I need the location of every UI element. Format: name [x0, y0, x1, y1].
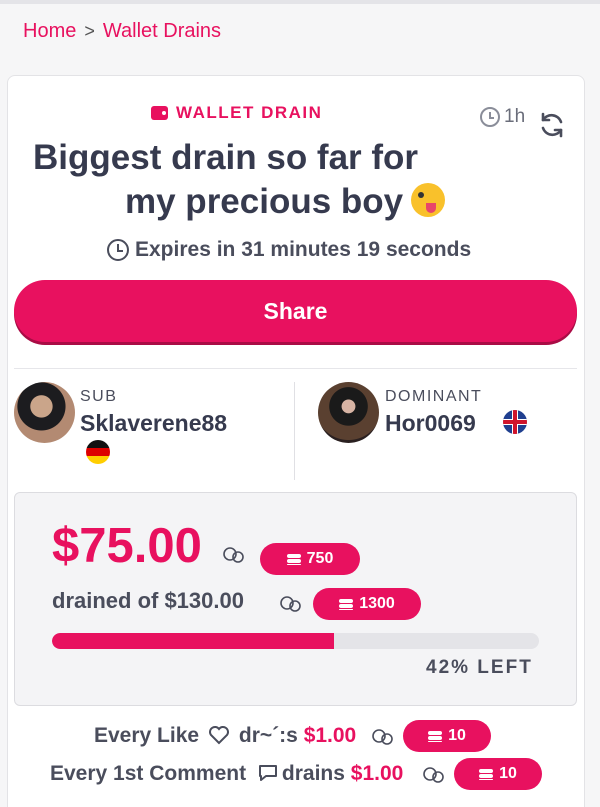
refresh-icon[interactable]: [537, 110, 567, 140]
comment-token-count: 10: [499, 765, 517, 782]
expiry-countdown: Expires in 31 minutes 19 seconds: [107, 238, 471, 262]
like-token-badge: 10: [403, 720, 491, 752]
comment-token-badge: 10: [454, 758, 542, 790]
rule-like-prefix: Every Like: [94, 724, 200, 747]
goal-token-badge: 1300: [313, 588, 421, 620]
breadcrumb-separator: >: [84, 21, 95, 41]
rule-comment-prefix: Every 1st Comment: [50, 762, 247, 785]
dominant-username[interactable]: Hor0069: [385, 410, 476, 437]
breadcrumb: Home > Wallet Drains: [23, 20, 221, 43]
amount-token-count: 750: [306, 550, 334, 567]
amount-token-badge: 750: [260, 543, 360, 575]
winking-tongue-emoji-icon: [411, 183, 446, 217]
chat-money-icon: [280, 596, 301, 612]
post-title: Biggest drain so far for my precious boy: [33, 136, 503, 224]
chat-money-icon: [423, 767, 444, 783]
rule-comment-mid: drains: [276, 762, 351, 785]
post-age-text: 1h: [504, 106, 526, 127]
divider-vertical: [294, 382, 295, 480]
category-label: WALLET DRAIN: [151, 103, 322, 123]
progress-bar: [52, 633, 539, 649]
post-age: 1h: [480, 106, 525, 128]
post-title-line1: Biggest drain so far for: [33, 138, 419, 177]
category-text: WALLET DRAIN: [176, 103, 323, 122]
wallet-icon: [151, 106, 168, 120]
post-title-line2: my precious boy: [125, 182, 404, 221]
coins-icon: [479, 768, 494, 780]
percent-left: 42% LEFT: [426, 657, 533, 678]
germany-flag-icon: [86, 440, 110, 464]
breadcrumb-current-link[interactable]: Wallet Drains: [103, 20, 221, 43]
top-bar: [0, 0, 600, 4]
clock-icon: [107, 239, 129, 261]
rule-like-amount: $1.00: [303, 724, 357, 747]
post-title-line2-wrap: my precious boy: [33, 180, 503, 224]
coins-icon: [428, 730, 443, 742]
chat-money-icon: [223, 547, 244, 563]
like-token-count: 10: [448, 727, 466, 744]
rule-like-mid: dr~´:s: [233, 724, 304, 747]
drained-amount: $75.00: [52, 519, 202, 573]
uk-flag-icon: [503, 410, 527, 434]
clock-icon: [480, 107, 500, 127]
expiry-text: Expires in 31 minutes 19 seconds: [135, 238, 472, 261]
progress-bar-fill: [52, 633, 335, 649]
chat-money-icon: [372, 729, 393, 745]
dominant-role-label: DOMINANT: [385, 388, 483, 405]
sub-avatar[interactable]: [14, 382, 75, 443]
coins-icon: [339, 598, 354, 610]
goal-token-count: 1300: [359, 595, 395, 612]
divider: [14, 368, 577, 369]
heart-icon: [209, 726, 229, 745]
sub-role-label: SUB: [80, 388, 118, 405]
rule-comment: Every 1st Comment drains $1.00: [50, 762, 403, 786]
sub-username[interactable]: Sklaverene88: [80, 410, 227, 437]
breadcrumb-home-link[interactable]: Home: [23, 20, 76, 43]
share-button[interactable]: Share: [14, 280, 577, 342]
dominant-avatar[interactable]: [318, 382, 379, 443]
coins-icon: [286, 553, 301, 565]
comment-icon: [259, 765, 277, 781]
rule-comment-amount: $1.00: [350, 762, 404, 785]
drained-of-text: drained of $130.00: [52, 588, 244, 613]
